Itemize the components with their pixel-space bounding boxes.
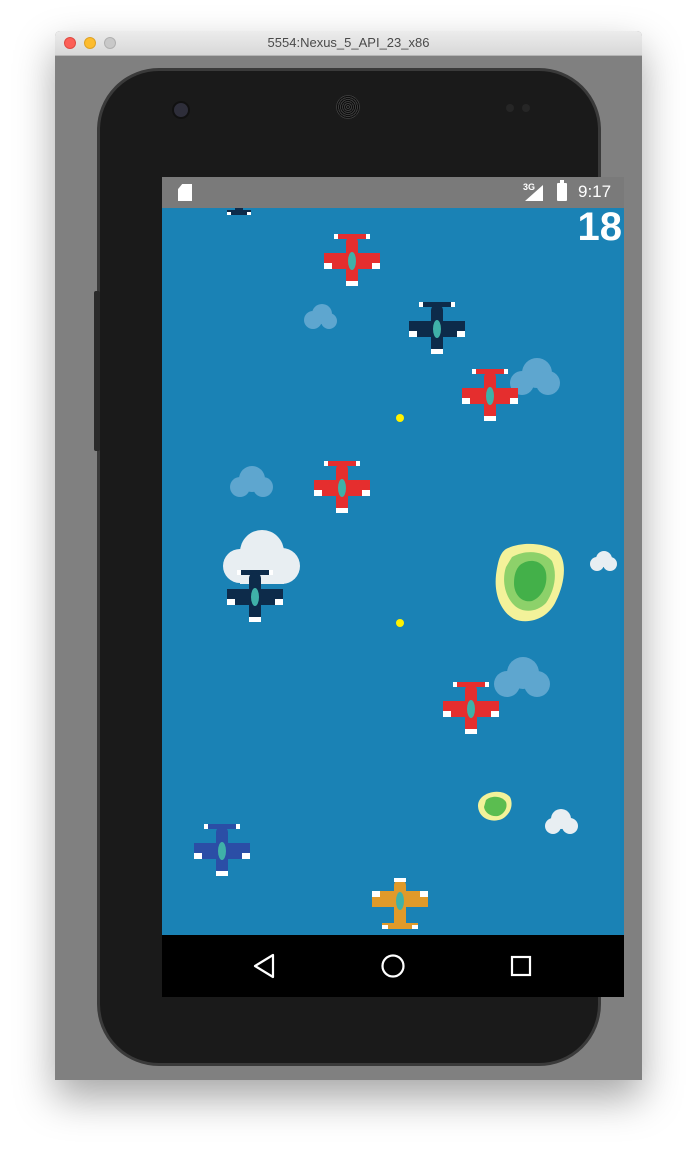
island [478, 791, 512, 821]
bullet [396, 619, 404, 627]
enemy-plane-red [443, 682, 499, 734]
volume-rocker[interactable] [94, 291, 100, 451]
recents-icon[interactable] [505, 950, 537, 982]
cloud [545, 809, 578, 834]
cloud [494, 657, 550, 697]
enemy-plane-navy [227, 208, 251, 215]
light-sensor [522, 104, 530, 112]
cloud [590, 551, 617, 571]
earpiece-speaker [336, 95, 360, 119]
cloud [304, 304, 337, 329]
cloud [230, 466, 273, 497]
back-icon[interactable] [249, 950, 281, 982]
player-plane[interactable] [372, 877, 428, 933]
proximity-sensor [506, 104, 514, 112]
device-screen[interactable]: 3G 9:17 18 [162, 177, 624, 997]
battery-icon [557, 180, 567, 201]
window-titlebar: 5554:Nexus_5_API_23_x86 [55, 31, 642, 56]
enemy-plane-blue [194, 824, 250, 876]
sd-card-icon [178, 184, 192, 201]
enemy-plane-navy [227, 570, 283, 622]
front-camera [172, 101, 190, 119]
enemy-plane-red [314, 461, 370, 513]
enemy-plane-red [462, 369, 518, 421]
game-canvas[interactable]: 18 [162, 208, 624, 935]
emulator-window: 5554:Nexus_5_API_23_x86 3G 9:17 18 [55, 31, 642, 1080]
enemy-plane-red [324, 234, 380, 286]
navigation-bar [162, 935, 624, 997]
island [495, 543, 564, 622]
score-counter: 18 [577, 208, 623, 249]
phone-frame: 3G 9:17 18 [94, 68, 624, 1066]
signal-icon [525, 185, 543, 201]
window-title: 5554:Nexus_5_API_23_x86 [267, 35, 430, 50]
home-icon[interactable] [377, 950, 409, 982]
bullet [396, 414, 404, 422]
status-bar: 3G 9:17 [162, 177, 624, 208]
enemy-plane-navy [409, 302, 465, 354]
status-clock: 9:17 [578, 182, 612, 201]
